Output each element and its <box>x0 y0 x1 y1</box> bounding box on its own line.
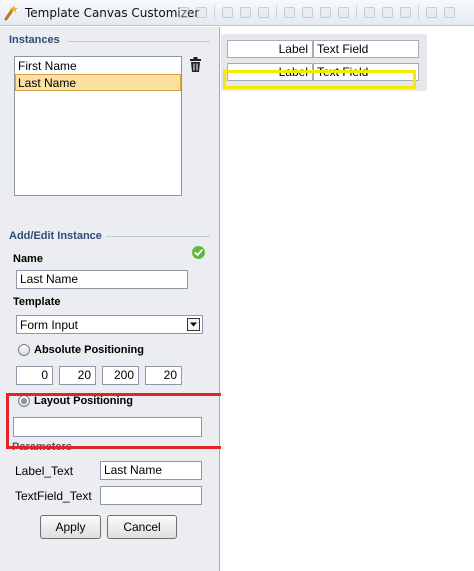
preview-label: Label <box>227 40 313 58</box>
trash-icon[interactable] <box>189 57 202 72</box>
window-title: Template Canvas Customizer <box>25 6 200 20</box>
absolute-positioning-radio[interactable] <box>18 344 30 356</box>
preview-text-field[interactable]: Text Field <box>313 63 419 81</box>
textfield-text-input[interactable] <box>100 486 202 505</box>
name-label: Name <box>13 253 43 265</box>
param-name-label-text: Label_Text <box>15 464 74 478</box>
divider <box>68 41 210 42</box>
list-item-selected[interactable]: Last Name <box>15 74 181 91</box>
template-select-value: Form Input <box>20 318 79 332</box>
list-item-label: Last Name <box>18 76 77 90</box>
title-bar: Template Canvas Customizer <box>0 0 474 26</box>
template-label: Template <box>13 296 61 308</box>
label-text-input[interactable]: Last Name <box>100 461 202 480</box>
wand-icon <box>4 5 18 21</box>
param-name-textfield-text: TextField_Text <box>15 489 92 503</box>
y-input[interactable]: 20 <box>59 366 96 385</box>
template-instance[interactable]: Label Text Field <box>227 40 421 58</box>
background-toolbar <box>178 4 474 22</box>
list-item[interactable]: First Name <box>15 57 181 74</box>
apply-button[interactable]: Apply <box>40 515 101 539</box>
instances-header: Instances <box>9 34 60 46</box>
parameters-header: Parameters <box>12 441 72 453</box>
absolute-positioning-label: Absolute Positioning <box>34 344 144 356</box>
layout-positioning-label: Layout Positioning <box>34 395 133 407</box>
instances-list[interactable]: First Name Last Name <box>14 56 182 196</box>
height-input[interactable]: 20 <box>145 366 182 385</box>
absolute-positioning-option[interactable]: Absolute Positioning <box>18 344 144 356</box>
list-item-label: First Name <box>18 59 77 73</box>
cancel-button[interactable]: Cancel <box>107 515 177 539</box>
divider <box>106 236 210 237</box>
chevron-down-icon[interactable] <box>187 318 200 331</box>
check-icon <box>192 246 205 259</box>
add-edit-header: Add/Edit Instance <box>9 230 102 242</box>
x-input[interactable]: 0 <box>16 366 53 385</box>
layout-positioning-option[interactable]: Layout Positioning <box>18 395 133 407</box>
layout-constraints-input[interactable] <box>13 417 202 437</box>
name-input[interactable]: Last Name <box>16 270 188 289</box>
customizer-panel: Instances First Name Last Name Add/Edit … <box>0 27 225 571</box>
template-instance-selected[interactable]: Label Text Field <box>227 63 421 81</box>
template-preview: Label Text Field Label Text Field <box>221 34 427 91</box>
template-select[interactable]: Form Input <box>16 315 203 334</box>
template-canvas[interactable]: Label Text Field Label Text Field <box>221 27 474 571</box>
preview-text-field[interactable]: Text Field <box>313 40 419 58</box>
layout-positioning-radio[interactable] <box>18 395 30 407</box>
width-input[interactable]: 200 <box>102 366 139 385</box>
preview-label: Label <box>227 63 313 81</box>
